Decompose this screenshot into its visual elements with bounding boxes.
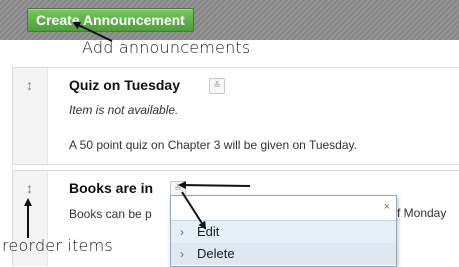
announcement-body: Books can be p bbox=[69, 207, 152, 221]
reorder-arrows-icon: ↕ bbox=[26, 180, 33, 196]
menu-item-edit[interactable]: › Edit bbox=[171, 220, 396, 244]
annotation-reorder-items: reorder items bbox=[2, 236, 113, 255]
announcement-title: Quiz on Tuesday bbox=[69, 77, 180, 93]
announcement-item: ↕ Quiz on Tuesday ≚ Item is not availabl… bbox=[12, 67, 459, 165]
caret-right-icon: › bbox=[180, 247, 184, 261]
action-toolbar: Create Announcement bbox=[0, 0, 459, 40]
annotation-add-announcements: Add announcements bbox=[82, 38, 251, 57]
menu-item-label: Delete bbox=[197, 246, 235, 261]
create-announcement-button[interactable]: Create Announcement bbox=[27, 8, 194, 32]
menu-item-label: Edit bbox=[197, 224, 220, 239]
drag-handle[interactable]: ↕ bbox=[13, 68, 48, 164]
context-menu-header bbox=[171, 196, 396, 218]
announcement-body-continued: f Monday bbox=[397, 206, 447, 220]
menu-item-delete[interactable]: › Delete bbox=[171, 243, 396, 265]
announcement-title: Books are in bbox=[69, 180, 154, 196]
reorder-arrows-icon: ↕ bbox=[26, 77, 33, 93]
availability-note: Item is not available. bbox=[69, 103, 179, 117]
chevron-down-icon[interactable]: ≚ bbox=[209, 78, 225, 94]
item-context-menu: × › Edit › Delete bbox=[170, 195, 397, 267]
announcement-body: A 50 point quiz on Chapter 3 will be giv… bbox=[69, 138, 357, 152]
close-icon[interactable]: × bbox=[384, 202, 390, 213]
caret-right-icon: › bbox=[180, 225, 184, 239]
